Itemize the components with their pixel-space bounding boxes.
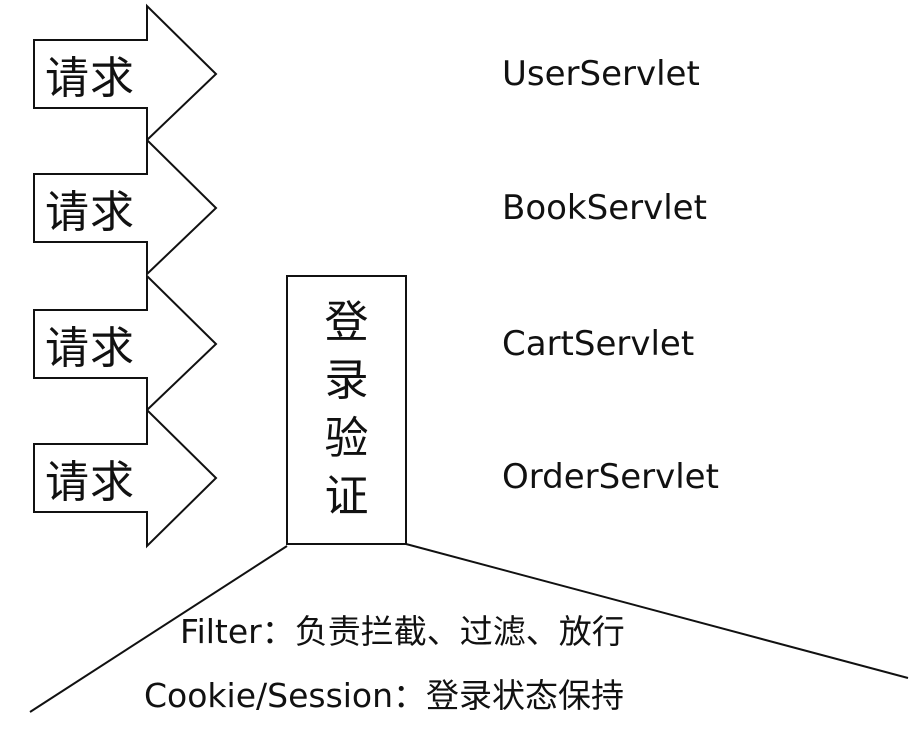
servlet-cart: CartServlet [502, 324, 695, 364]
servlet-book: BookServlet [502, 188, 707, 228]
servlet-order: OrderServlet [502, 457, 719, 497]
login-verify-box: 登 录 验 证 [287, 276, 406, 544]
request-label-2: 请求 [45, 187, 135, 238]
request-label-3: 请求 [45, 323, 135, 374]
filter-note: Filter：负责拦截、过滤、放行 [180, 612, 625, 651]
login-verify-char-2: 录 [324, 355, 369, 406]
login-verify-char-3: 验 [324, 413, 369, 464]
servlet-user: UserServlet [502, 54, 700, 94]
login-verify-char-1: 登 [324, 297, 369, 348]
request-label-1: 请求 [45, 53, 135, 104]
login-verify-char-4: 证 [324, 471, 369, 522]
session-note: Cookie/Session：登录状态保持 [144, 676, 625, 715]
request-label-4: 请求 [45, 457, 135, 508]
